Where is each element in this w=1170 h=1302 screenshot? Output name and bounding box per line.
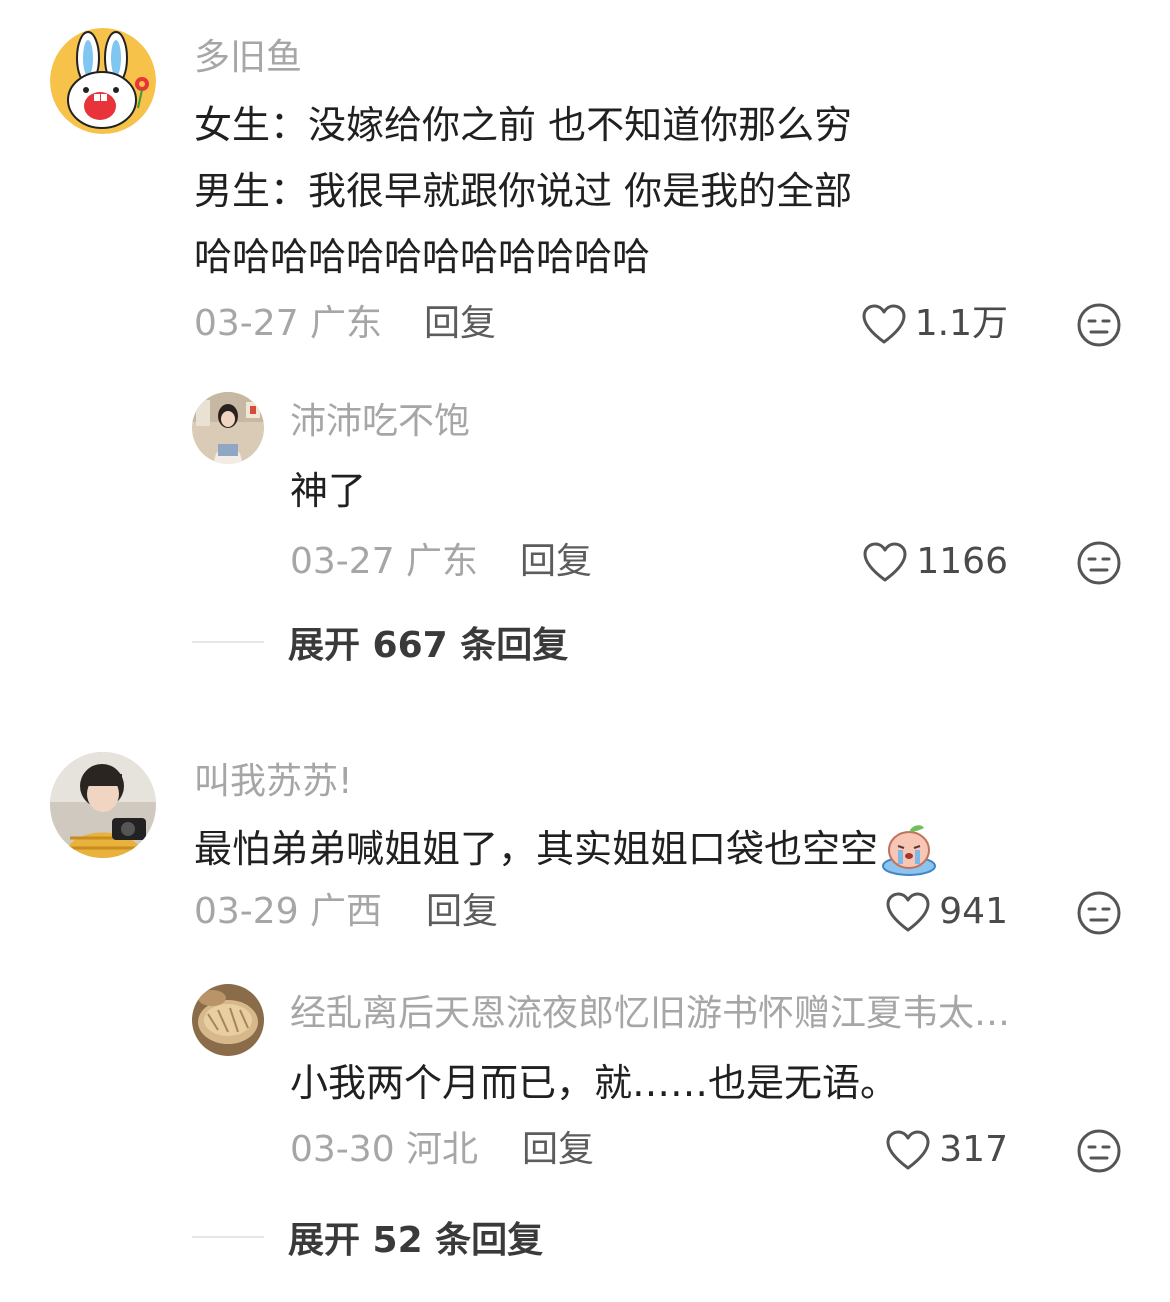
username[interactable]: 多旧鱼 — [194, 36, 1024, 80]
reply-meta: 03-30 河北 回复 317 — [290, 1122, 1170, 1178]
like-count: 1166 — [916, 541, 1008, 582]
neutral-face-icon[interactable] — [1076, 540, 1122, 586]
reply-button[interactable]: 回复 — [426, 884, 498, 940]
comment-line: 男生：我很早就跟你说过 你是我的全部 — [194, 169, 853, 213]
username[interactable]: 叫我苏苏! — [194, 760, 1024, 804]
like-count: 1.1万 — [914, 303, 1008, 344]
heart-outline-icon — [886, 1130, 930, 1170]
crying-peach-sticker — [882, 825, 937, 876]
date-location: 03-29 广西 — [194, 891, 383, 932]
divider — [192, 641, 264, 643]
like-button[interactable]: 1166 — [862, 534, 1008, 590]
heart-outline-icon — [863, 542, 907, 582]
username[interactable]: 经乱离后天恩流夜郎忆旧游书怀赠江夏韦太… — [290, 992, 1120, 1036]
expand-replies-button[interactable]: 展开 667 条回复 — [192, 617, 568, 667]
like-button[interactable]: 941 — [885, 884, 1008, 940]
comment: 叫我苏苏! 最怕弟弟喊姐姐了，其实姐姐口袋也空空 03-29 广西 回复 941 — [0, 752, 1170, 952]
comment-thread-2: 叫我苏苏! 最怕弟弟喊姐姐了，其实姐姐口袋也空空 03-29 广西 回复 941… — [0, 752, 1170, 1261]
reply-button[interactable]: 回复 — [522, 1122, 594, 1178]
comment-line: 女生：没嫁给你之前 也不知道你那么穷 — [194, 103, 853, 147]
reply-line: 神了 — [290, 469, 367, 513]
comment: 多旧鱼 女生：没嫁给你之前 也不知道你那么穷 男生：我很早就跟你说过 你是我的全… — [0, 0, 1170, 350]
comment-body: 叫我苏苏! 最怕弟弟喊姐姐了，其实姐姐口袋也空空 03-29 广西 回复 941 — [194, 760, 1170, 940]
neutral-face-icon[interactable] — [1076, 1128, 1122, 1174]
reply-comment: 经乱离后天恩流夜郎忆旧游书怀赠江夏韦太… 小我两个月而已，就……也是无语。 03… — [0, 984, 1170, 1184]
avatar[interactable] — [50, 28, 156, 134]
comment-meta: 03-27 广东 回复 1.1万 — [194, 296, 1170, 352]
comment-meta: 03-29 广西 回复 941 — [194, 884, 1170, 940]
expand-replies-label: 展开 52 条回复 — [288, 1220, 544, 1261]
heart-outline-icon — [886, 892, 930, 932]
comment-line: 最怕弟弟喊姐姐了，其实姐姐口袋也空空 — [194, 827, 879, 871]
date-location: 03-30 河北 — [290, 1129, 479, 1170]
reply-meta: 03-27 广东 回复 1166 — [290, 534, 1170, 590]
comment-thread-1: 多旧鱼 女生：没嫁给你之前 也不知道你那么穷 男生：我很早就跟你说过 你是我的全… — [0, 0, 1170, 666]
divider — [192, 1236, 264, 1238]
date-location: 03-27 广东 — [290, 541, 479, 582]
neutral-face-icon[interactable] — [1076, 302, 1122, 348]
date-location: 03-27 广东 — [194, 303, 383, 344]
like-count: 317 — [939, 1129, 1008, 1170]
avatar[interactable] — [192, 392, 264, 464]
avatar[interactable] — [50, 752, 156, 858]
expand-replies-button[interactable]: 展开 52 条回复 — [192, 1212, 543, 1262]
comment-text: 女生：没嫁给你之前 也不知道你那么穷 男生：我很早就跟你说过 你是我的全部 哈哈… — [194, 92, 1170, 290]
reply-line: 小我两个月而已，就……也是无语。 — [290, 1061, 899, 1105]
like-button[interactable]: 317 — [885, 1122, 1008, 1178]
username[interactable]: 沛沛吃不饱 — [290, 400, 1120, 444]
avatar[interactable] — [192, 984, 264, 1056]
reply-button[interactable]: 回复 — [520, 534, 592, 590]
reply-text: 小我两个月而已，就……也是无语。 — [290, 1050, 1170, 1116]
reply-button[interactable]: 回复 — [424, 296, 496, 352]
comment-body: 多旧鱼 女生：没嫁给你之前 也不知道你那么穷 男生：我很早就跟你说过 你是我的全… — [194, 36, 1170, 352]
reply-comment: 沛沛吃不饱 神了 03-27 广东 回复 1166 — [0, 392, 1170, 592]
neutral-face-icon[interactable] — [1076, 890, 1122, 936]
comment-text: 最怕弟弟喊姐姐了，其实姐姐口袋也空空 — [194, 816, 1170, 882]
reply-text: 神了 — [290, 458, 1170, 524]
like-button[interactable]: 1.1万 — [861, 296, 1008, 352]
like-count: 941 — [939, 891, 1008, 932]
reply-body: 沛沛吃不饱 神了 03-27 广东 回复 1166 — [290, 400, 1170, 590]
reply-body: 经乱离后天恩流夜郎忆旧游书怀赠江夏韦太… 小我两个月而已，就……也是无语。 03… — [290, 992, 1170, 1178]
expand-replies-label: 展开 667 条回复 — [288, 625, 569, 666]
heart-outline-icon — [862, 304, 906, 344]
comment-line: 哈哈哈哈哈哈哈哈哈哈哈哈 — [194, 235, 651, 279]
